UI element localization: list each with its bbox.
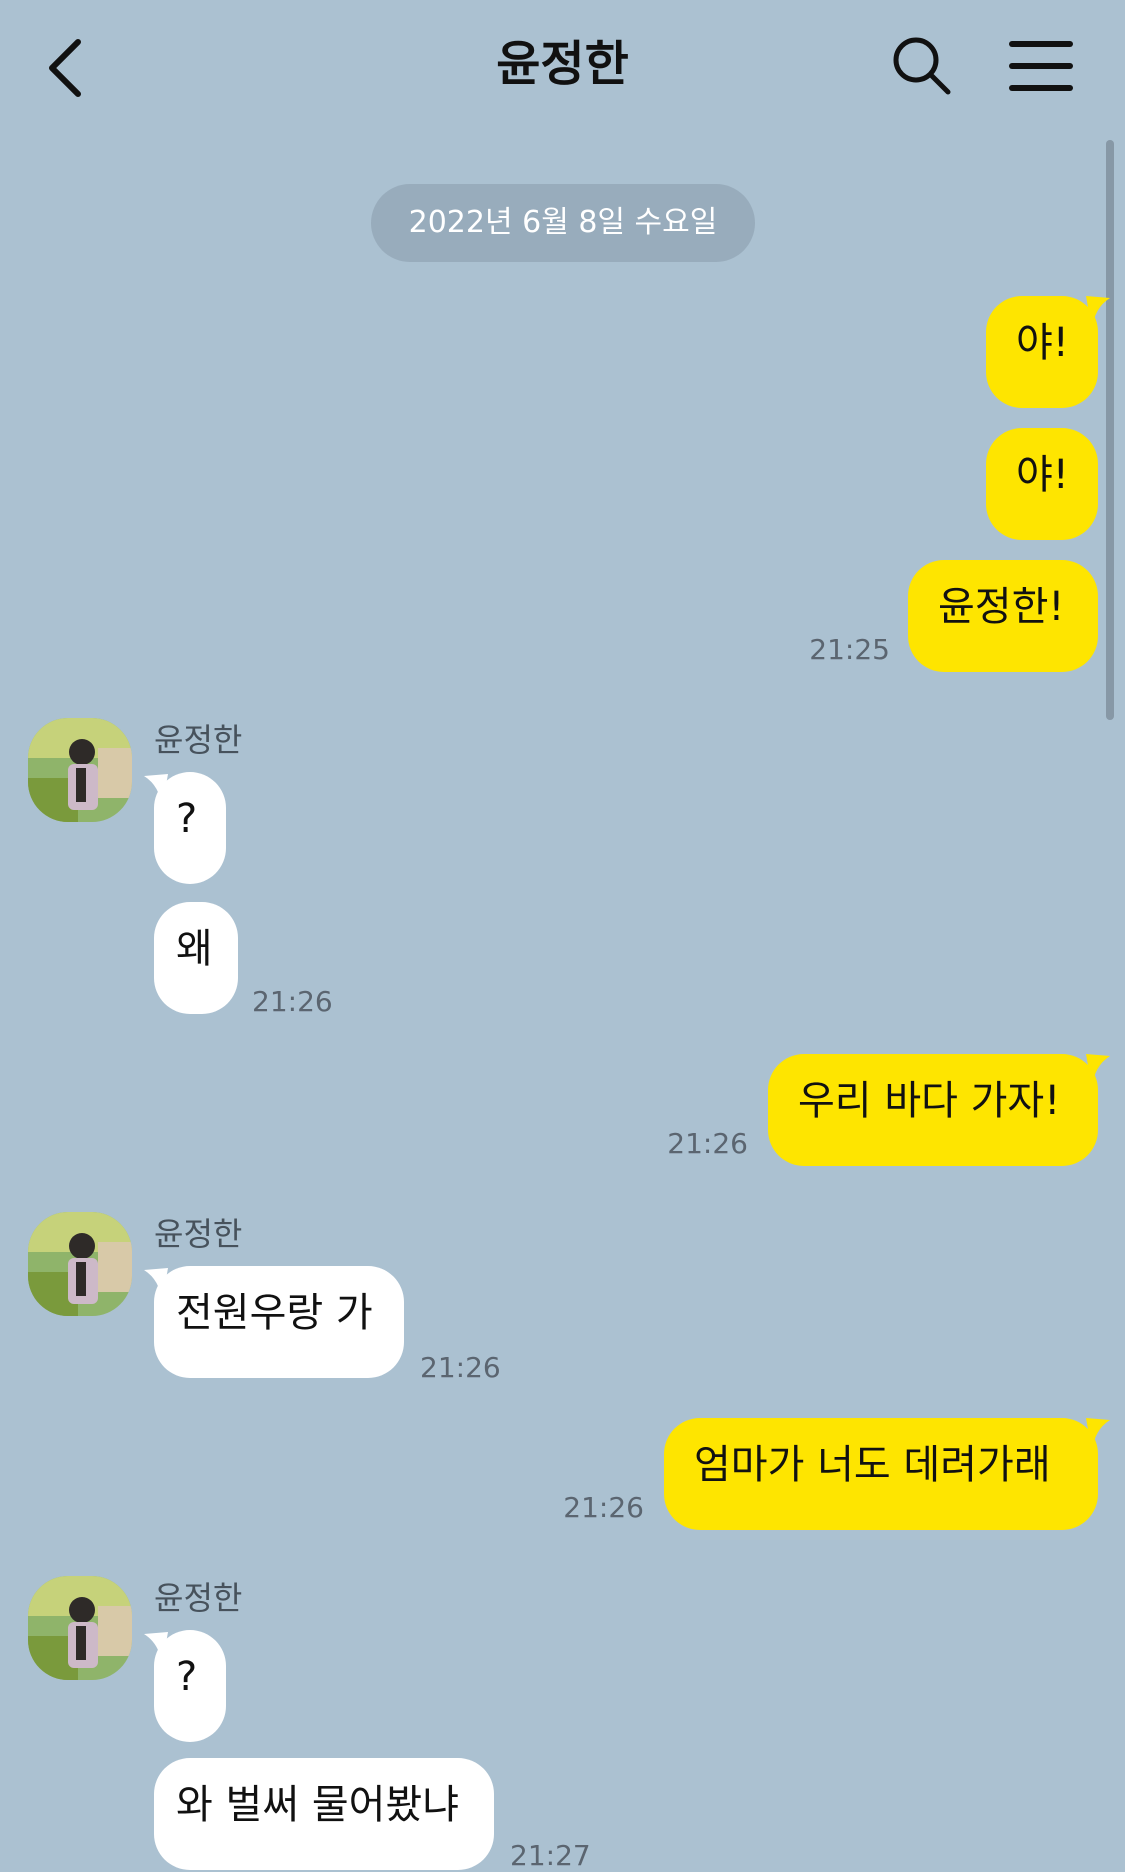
date-divider: 2022년 6월 8일 수요일 [371, 184, 755, 262]
message-text: 야! [1016, 320, 1069, 366]
scrollbar-thumb[interactable] [1106, 140, 1114, 720]
menu-button[interactable] [1008, 38, 1074, 94]
message-text: ? [176, 796, 198, 842]
bubble-tail [144, 1268, 168, 1302]
bubble-tail [144, 774, 168, 808]
avatar[interactable] [28, 718, 132, 822]
message-text: 왜 [176, 926, 213, 972]
avatar-photo [28, 718, 132, 822]
chevron-left-icon [49, 39, 81, 97]
message-time: 21:25 [809, 633, 890, 666]
back-button[interactable] [36, 30, 96, 106]
bubble-tail [144, 1632, 168, 1666]
sender-name: 윤정한 [154, 1579, 243, 1617]
avatar[interactable] [28, 1212, 132, 1316]
avatar[interactable] [28, 1576, 132, 1680]
message-text: 와 벌써 물어봤냐 [176, 1782, 460, 1828]
avatar-photo [28, 1212, 132, 1316]
their-message-bubble[interactable]: 와 벌써 물어봤냐 [154, 1758, 494, 1870]
message-text: 윤정한! [938, 584, 1065, 630]
message-time: 21:26 [420, 1351, 501, 1384]
search-icon [893, 37, 951, 95]
sender-name: 윤정한 [154, 1215, 243, 1253]
message-text: 야! [1016, 452, 1069, 498]
message-time: 21:26 [563, 1491, 644, 1524]
my-message-bubble[interactable]: 야! [986, 296, 1098, 408]
bubble-tail [1086, 296, 1110, 330]
message-time: 21:26 [252, 985, 333, 1018]
menu-icon [1009, 41, 1073, 91]
message-text: 우리 바다 가자! [798, 1078, 1061, 1124]
my-message-bubble[interactable]: 엄마가 너도 데려가래 [664, 1418, 1098, 1530]
sender-name: 윤정한 [154, 721, 243, 759]
message-text: 엄마가 너도 데려가래 [694, 1442, 1051, 1488]
search-button[interactable] [886, 30, 956, 100]
message-time: 21:26 [667, 1127, 748, 1160]
avatar-photo [28, 1576, 132, 1680]
their-message-bubble[interactable]: 전원우랑 가 [154, 1266, 404, 1378]
message-text: 전원우랑 가 [176, 1290, 373, 1336]
message-time: 21:27 [510, 1839, 591, 1872]
their-message-bubble[interactable]: 왜 [154, 902, 238, 1014]
bubble-tail [1086, 1418, 1110, 1452]
my-message-bubble[interactable]: 우리 바다 가자! [768, 1054, 1098, 1166]
my-message-bubble[interactable]: 야! [986, 428, 1098, 540]
message-text: ? [176, 1654, 198, 1700]
chat-title: 윤정한 [496, 36, 629, 92]
bubble-tail [1086, 1054, 1110, 1088]
my-message-bubble[interactable]: 윤정한! [908, 560, 1098, 672]
